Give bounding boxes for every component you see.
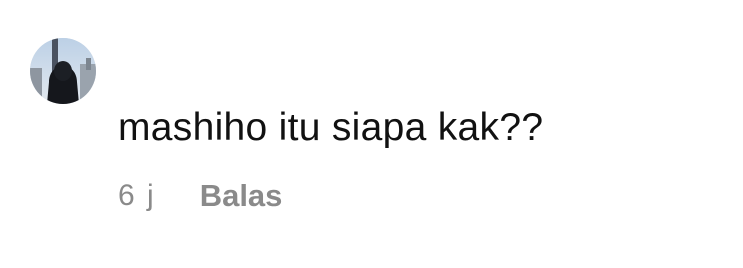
timestamp: 6 j	[118, 179, 156, 212]
user-avatar-icon	[30, 38, 96, 104]
comment-meta: 6 j Balas	[118, 176, 282, 216]
reply-button[interactable]: Balas	[200, 178, 283, 214]
avatar[interactable]	[30, 38, 96, 104]
comment-item: mashiho itu siapa kak?? 6 j Balas	[0, 0, 743, 268]
comment-text: mashiho itu siapa kak??	[118, 106, 544, 149]
